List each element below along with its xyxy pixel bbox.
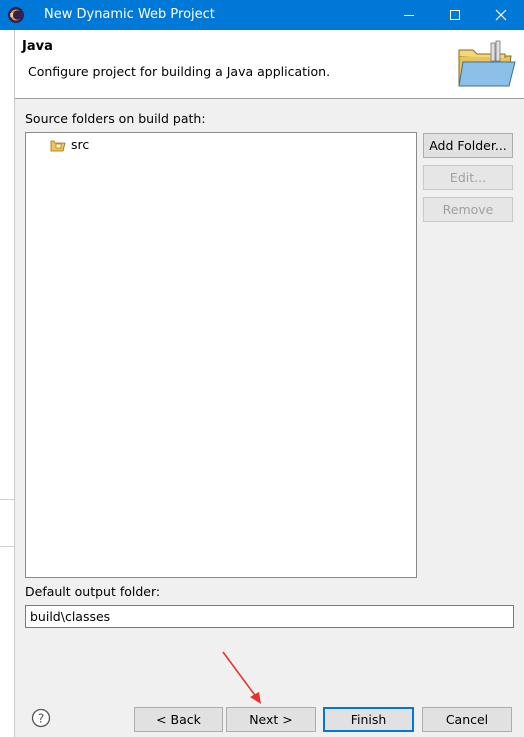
minimize-icon	[404, 15, 414, 16]
tree-item-src[interactable]: src	[50, 137, 89, 152]
java-folder-banner-icon	[458, 40, 516, 87]
close-icon	[495, 9, 507, 21]
divider	[0, 499, 15, 500]
maximize-button[interactable]	[432, 0, 478, 30]
tree-item-label: src	[71, 137, 90, 152]
package-folder-icon	[50, 140, 66, 151]
page-title: Java	[22, 39, 53, 54]
next-button[interactable]: Next >	[226, 707, 316, 732]
source-folders-tree[interactable]: src	[25, 132, 417, 578]
wizard-header: Java Configure project for building a Ja…	[15, 30, 524, 99]
maximize-icon	[450, 10, 460, 20]
svg-text:?: ?	[38, 712, 44, 726]
divider	[14, 30, 15, 737]
page-description: Configure project for building a Java ap…	[28, 64, 331, 79]
output-folder-label: Default output folder:	[25, 584, 161, 599]
cancel-button[interactable]: Cancel	[422, 707, 512, 732]
eclipse-app-icon	[8, 7, 24, 23]
title-bar: New Dynamic Web Project	[0, 0, 524, 30]
red-arrow-annotation	[222, 651, 261, 704]
output-folder-input[interactable]	[25, 605, 514, 628]
remove-button[interactable]: Remove	[423, 197, 513, 222]
source-folders-label: Source folders on build path:	[25, 111, 206, 126]
minimize-button[interactable]	[386, 0, 432, 30]
edit-button[interactable]: Edit...	[423, 165, 513, 190]
divider	[0, 546, 15, 547]
window-title: New Dynamic Web Project	[44, 7, 215, 22]
close-button[interactable]	[478, 0, 524, 30]
background-window-edge	[0, 30, 15, 737]
finish-button[interactable]: Finish	[323, 707, 414, 732]
back-button[interactable]: < Back	[134, 707, 223, 732]
help-icon[interactable]: ?	[31, 708, 51, 728]
add-folder-button[interactable]: Add Folder...	[423, 133, 513, 158]
